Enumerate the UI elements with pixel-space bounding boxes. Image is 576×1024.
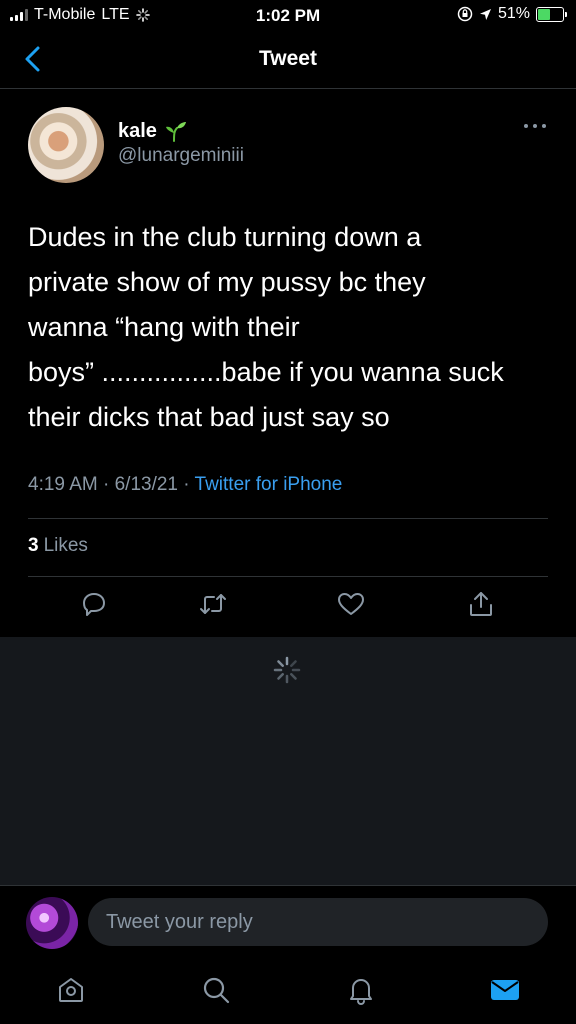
tweet-actions	[0, 584, 576, 624]
author-handle[interactable]: @lunargeminiii	[118, 145, 244, 167]
user-avatar[interactable]	[26, 897, 78, 949]
author-name-text: kale	[118, 119, 157, 142]
author-avatar[interactable]	[28, 107, 104, 183]
tweet-timestamp: 4:19 AM · 6/13/21 ·	[28, 474, 195, 495]
mail-icon	[491, 980, 519, 1000]
tab-search[interactable]	[198, 972, 234, 1008]
divider	[28, 518, 548, 519]
search-icon	[203, 977, 230, 1004]
tweet-text: Dudes in the club turning down a private…	[28, 222, 504, 432]
like-button[interactable]	[331, 584, 371, 624]
likes-label: Likes	[43, 535, 88, 556]
reply-button[interactable]	[74, 584, 114, 624]
likes-count: 3	[28, 535, 39, 556]
likes-summary[interactable]: 3 Likes	[28, 535, 88, 557]
more-options-icon[interactable]	[522, 121, 548, 131]
author-name[interactable]: kale	[118, 119, 187, 143]
tab-notifications[interactable]	[343, 972, 379, 1008]
tab-home[interactable]	[53, 972, 89, 1008]
seedling-icon	[165, 122, 186, 142]
tweet-source-link[interactable]: Twitter for iPhone	[195, 474, 343, 495]
retweet-icon	[200, 594, 226, 614]
heart-icon	[338, 593, 364, 615]
page-title: Tweet	[259, 47, 317, 70]
orientation-lock-icon	[457, 6, 473, 22]
battery-icon	[536, 6, 567, 22]
battery-percent: 51%	[497, 5, 530, 22]
status-right: 51%	[457, 5, 567, 23]
bottom-tab-bar	[0, 960, 576, 1024]
reply-input[interactable]	[88, 898, 548, 946]
tab-messages[interactable]	[487, 972, 523, 1008]
nav-bar: Tweet	[0, 30, 576, 89]
location-arrow-icon	[479, 8, 491, 20]
home-icon	[59, 978, 83, 1002]
tweet-detail: kale @lunargeminiii Dudes in the club tu…	[0, 89, 576, 637]
bell-icon	[350, 979, 372, 1005]
share-button[interactable]	[461, 584, 501, 624]
tweet-meta: 4:19 AM · 6/13/21 · Twitter for iPhone	[28, 474, 342, 496]
loading-spinner-icon	[273, 656, 301, 684]
status-bar: T-Mobile LTE 1:02 PM 51%	[0, 0, 576, 30]
comment-icon	[83, 593, 105, 616]
share-icon	[470, 592, 492, 616]
divider	[28, 576, 548, 577]
reply-composer	[0, 885, 576, 960]
replies-loading-area	[0, 637, 576, 885]
retweet-button[interactable]	[193, 584, 233, 624]
